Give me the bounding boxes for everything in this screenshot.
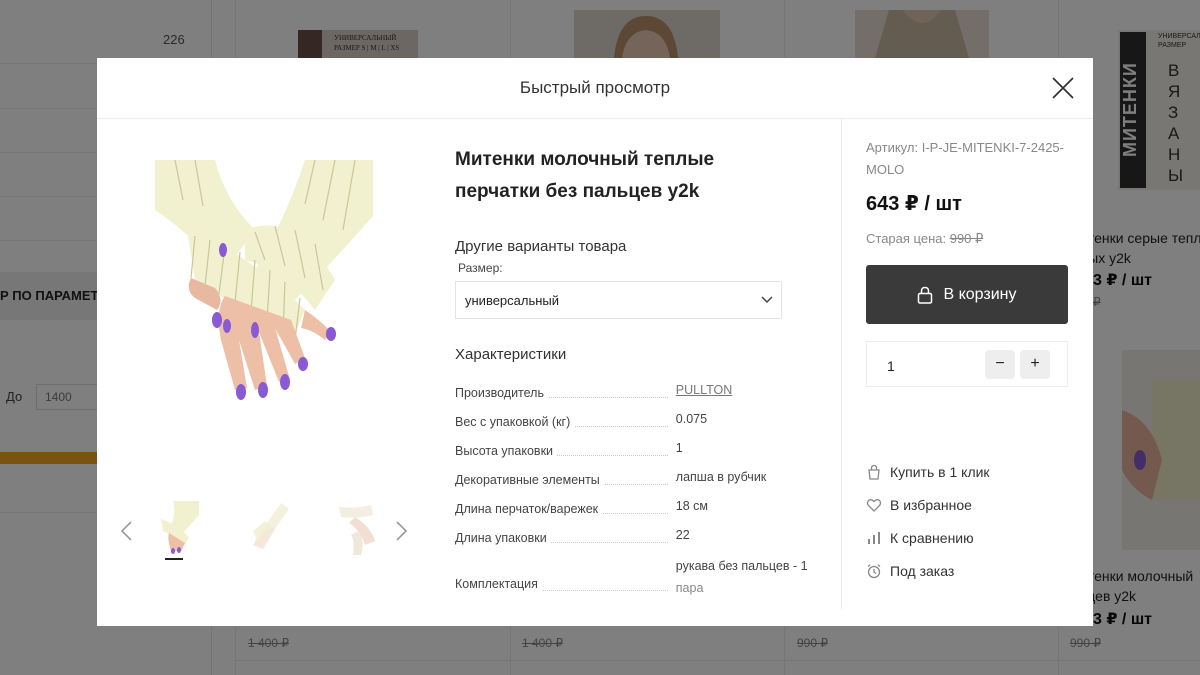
preorder-link[interactable]: Под заказ bbox=[866, 563, 954, 579]
characteristics-heading: Характеристики bbox=[455, 346, 567, 363]
thumbnail[interactable] bbox=[335, 501, 379, 561]
decrease-quantity-button[interactable]: − bbox=[985, 350, 1015, 379]
characteristic-value-line: пара bbox=[675, 581, 704, 595]
characteristic-name: Комплектация bbox=[455, 577, 676, 599]
size-select-value: универсальный bbox=[465, 293, 560, 308]
add-to-compare-link[interactable]: К сравнению bbox=[866, 530, 974, 546]
characteristic-name: Вес с упаковкой (кг) bbox=[455, 415, 676, 435]
characteristic-name: Длина перчаток/варежек bbox=[455, 502, 676, 522]
characteristic-name: Производитель bbox=[455, 386, 676, 406]
sku-text: Артикул: I-P-JE-MITENKI-7-2425-MOLO bbox=[866, 140, 1064, 177]
chevron-right-icon[interactable] bbox=[391, 519, 411, 543]
characteristic-name: Высота упаковки bbox=[455, 444, 676, 464]
heart-icon bbox=[866, 499, 882, 512]
bag-icon bbox=[868, 464, 880, 480]
product-price: 643 ₽ / шт bbox=[866, 193, 962, 215]
old-price: Старая цена: 990 ₽ bbox=[866, 231, 983, 247]
lock-icon bbox=[918, 286, 933, 304]
characteristic-name-text: Длина упаковки bbox=[455, 531, 551, 545]
add-to-cart-button[interactable]: В корзину bbox=[866, 265, 1068, 324]
mittens-photo bbox=[155, 159, 373, 460]
close-icon[interactable] bbox=[1051, 76, 1075, 100]
compare-label: К сравнению bbox=[890, 530, 974, 546]
alarm-clock-icon bbox=[867, 564, 881, 579]
old-price-value: 990 ₽ bbox=[949, 231, 984, 246]
buy-panel: Артикул: I-P-JE-MITENKI-7-2425-MOLO 643 … bbox=[841, 119, 1093, 609]
active-thumbnail-indicator bbox=[165, 558, 183, 560]
old-price-label: Старая цена: bbox=[866, 231, 947, 246]
thumbnail-image bbox=[339, 505, 375, 555]
characteristic-value: 0.075 bbox=[675, 412, 708, 426]
product-main-image[interactable] bbox=[155, 159, 373, 460]
characteristics-table: Производитель PULLTON Вес с упаковкой (к… bbox=[455, 377, 815, 599]
thumbnail[interactable] bbox=[245, 501, 289, 561]
thumbnail-strip bbox=[117, 501, 417, 571]
bar-chart-icon bbox=[868, 532, 880, 544]
thumbnail-image bbox=[161, 501, 199, 554]
chevron-down-icon bbox=[761, 296, 773, 304]
characteristic-row: Высота упаковки 1 bbox=[455, 435, 815, 464]
quick-view-modal: Быстрый просмотр Митенки молочный теплые… bbox=[97, 58, 1093, 626]
characteristic-name-text: Декоративные элементы bbox=[455, 473, 604, 487]
buy-one-click-link[interactable]: Купить в 1 клик bbox=[866, 464, 990, 480]
preorder-label: Под заказ bbox=[890, 563, 955, 579]
product-title: Митенки молочный теплые перчатки без пал… bbox=[455, 149, 715, 202]
characteristic-name: Длина упаковки bbox=[455, 531, 676, 551]
modal-header: Быстрый просмотр bbox=[97, 58, 1093, 119]
characteristic-value: 18 см bbox=[675, 499, 709, 513]
buy-one-click-label: Купить в 1 клик bbox=[890, 464, 990, 480]
thumbnail[interactable] bbox=[155, 501, 199, 561]
favorites-label: В избранное bbox=[890, 497, 972, 513]
characteristic-name-text: Комплектация bbox=[455, 577, 542, 591]
variants-heading: Другие варианты товара bbox=[455, 238, 627, 255]
characteristic-value: лапша в рубчик bbox=[675, 470, 767, 484]
characteristic-name-text: Производитель bbox=[455, 386, 548, 400]
quantity-input[interactable]: 1 bbox=[887, 358, 895, 374]
characteristic-name: Декоративные элементы bbox=[455, 473, 676, 493]
add-to-cart-label: В корзину bbox=[943, 285, 1017, 303]
product-info: Митенки молочный теплые перчатки без пал… bbox=[455, 144, 808, 599]
characteristic-row: Длина перчаток/варежек 18 см bbox=[455, 493, 815, 522]
characteristic-value: 22 bbox=[675, 528, 690, 542]
chevron-left-icon[interactable] bbox=[117, 519, 137, 543]
characteristic-value-line: рукава без пальцев - 1 bbox=[675, 559, 808, 573]
characteristic-row: Декоративные элементы лапша в рубчик bbox=[455, 464, 815, 493]
manufacturer-link[interactable]: PULLTON bbox=[676, 380, 815, 406]
quantity-stepper: 1 − + bbox=[866, 341, 1068, 387]
size-select[interactable]: универсальный bbox=[455, 281, 782, 319]
characteristic-name-text: Высота упаковки bbox=[455, 444, 558, 458]
modal-title: Быстрый просмотр bbox=[519, 78, 671, 97]
characteristic-row: Производитель PULLTON bbox=[455, 377, 815, 406]
characteristic-name-text: Вес с упаковкой (кг) bbox=[455, 415, 575, 429]
thumbnail-image bbox=[253, 503, 289, 549]
size-label: Размер: bbox=[458, 261, 503, 275]
characteristic-row: Вес с упаковкой (кг) 0.075 bbox=[455, 406, 815, 435]
characteristic-value: рукава без пальцев - 1 пара bbox=[676, 555, 815, 599]
increase-quantity-button[interactable]: + bbox=[1020, 350, 1050, 379]
characteristic-name-text: Длина перчаток/варежек bbox=[455, 502, 603, 516]
add-to-favorites-link[interactable]: В избранное bbox=[866, 497, 972, 513]
characteristic-value: 1 bbox=[675, 441, 683, 455]
characteristic-row: Комплектация рукава без пальцев - 1 пара bbox=[455, 551, 815, 599]
characteristic-row: Длина упаковки 22 bbox=[455, 522, 815, 551]
